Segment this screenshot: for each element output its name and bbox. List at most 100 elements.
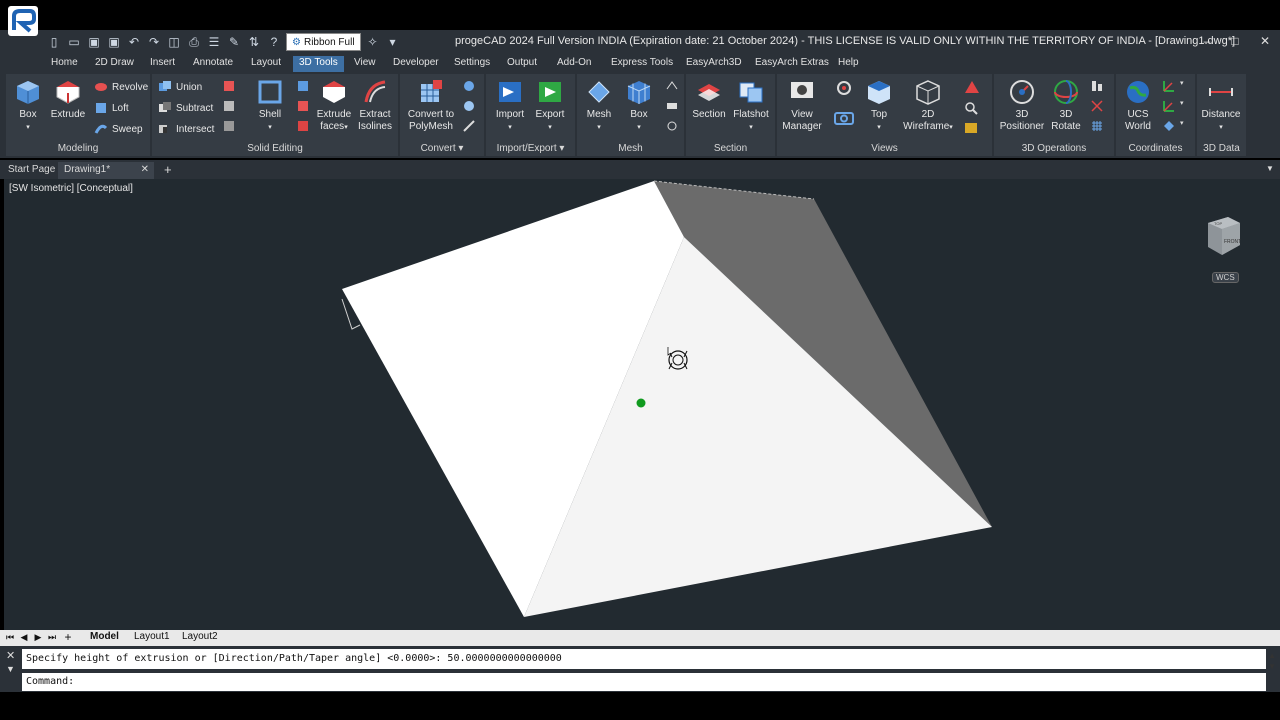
print-icon[interactable]: ⎙ — [186, 34, 202, 50]
chevron-down-icon[interactable]: ▾ — [1180, 79, 1184, 87]
tab-output[interactable]: Output — [501, 56, 543, 72]
visual-style-manager-icon[interactable] — [964, 101, 978, 115]
tab-settings[interactable]: Settings — [448, 56, 496, 72]
3d-align-icon[interactable] — [1090, 79, 1104, 93]
import-button[interactable]: Import ▾ — [488, 76, 532, 134]
union-button[interactable]: Union — [158, 78, 202, 96]
convert-smooth-icon[interactable] — [462, 119, 476, 133]
tab-list-dropdown-icon[interactable]: ▼ — [1266, 164, 1274, 173]
intersect-button[interactable]: Intersect — [158, 120, 214, 138]
tab-annotate[interactable]: Annotate — [187, 56, 239, 72]
last-layout-icon[interactable]: ⏭ — [46, 632, 58, 643]
minimize-button[interactable]: ‒ — [1199, 34, 1215, 48]
mesh-box-button[interactable]: Box ▾ — [617, 76, 661, 134]
extract-isolines-button[interactable]: Extract Isolines — [353, 76, 397, 133]
tab-layout[interactable]: Layout — [245, 56, 287, 72]
close-icon[interactable]: ✕ — [141, 162, 149, 177]
subtract-button[interactable]: Subtract — [158, 99, 213, 117]
flatshot-button[interactable]: Flatshot ▾ — [729, 76, 773, 134]
solid-edit-icon[interactable] — [222, 79, 236, 93]
export-button[interactable]: Export ▾ — [528, 76, 572, 134]
mesh-smooth-icon[interactable] — [665, 79, 679, 93]
distance-button[interactable]: Distance ▾ — [1198, 76, 1244, 134]
progecad-logo-icon[interactable] — [8, 6, 38, 36]
render-icon[interactable] — [964, 121, 978, 135]
scroll-up-icon[interactable]: ▲ — [1268, 651, 1276, 660]
face-offset-icon[interactable] — [296, 99, 310, 113]
mesh-crease-icon[interactable] — [665, 119, 679, 133]
panel-import-export-title[interactable]: Import/Export ▾ — [486, 143, 575, 154]
tab-express-tools[interactable]: Express Tools — [605, 56, 679, 72]
tab-view[interactable]: View — [348, 56, 382, 72]
tab-3d-tools[interactable]: 3D Tools — [293, 56, 344, 72]
section-button[interactable]: Section — [687, 76, 731, 121]
tab-drawing1[interactable]: Drawing1* ✕ — [58, 162, 154, 179]
tab-insert[interactable]: Insert — [144, 56, 181, 72]
transfer-icon[interactable]: ⇅ — [246, 34, 262, 50]
3d-array-icon[interactable] — [1090, 119, 1104, 133]
brush-icon[interactable]: ✎ — [226, 34, 242, 50]
shell-button[interactable]: Shell ▾ — [248, 76, 292, 134]
ucs-icon[interactable] — [1162, 79, 1176, 93]
plot-preview-icon[interactable]: ◫ — [166, 34, 182, 50]
add-layout-icon[interactable]: + — [62, 630, 74, 644]
open-icon[interactable]: ▭ — [66, 34, 82, 50]
close-icon[interactable]: ✕ — [6, 649, 15, 662]
face-color-icon[interactable] — [296, 119, 310, 133]
top-view-button[interactable]: Top ▾ — [857, 76, 901, 134]
chevron-down-icon[interactable]: ▾ — [1180, 99, 1184, 107]
solid-separate-icon[interactable] — [222, 119, 236, 133]
tab-easyarch3d[interactable]: EasyArch3D — [680, 56, 748, 72]
convert-surface-icon[interactable] — [462, 79, 476, 93]
tab-add-on[interactable]: Add-On — [551, 56, 597, 72]
tab-home[interactable]: Home — [45, 56, 84, 72]
wireframe-button[interactable]: 2D Wireframe▾ — [903, 76, 953, 134]
ribbon-style-dropdown[interactable]: ⚙ Ribbon Full — [286, 33, 361, 51]
workspace-icon[interactable]: ✧ — [365, 34, 381, 50]
panel-convert-title[interactable]: Convert ▾ — [400, 143, 484, 154]
solid-copy-icon[interactable] — [222, 99, 236, 113]
ucs-object-icon[interactable] — [1162, 119, 1176, 133]
close-button[interactable]: ✕ — [1257, 34, 1273, 48]
tab-help[interactable]: Help — [832, 56, 865, 72]
tab-start-page[interactable]: Start Page — [2, 162, 61, 179]
loft-button[interactable]: Loft — [94, 99, 129, 117]
drawing-viewport[interactable]: [SW Isometric] [Conceptual] TOP FRONT WC… — [4, 179, 1280, 630]
ucs-face-icon[interactable] — [1162, 99, 1176, 113]
mesh-button[interactable]: Mesh ▾ — [577, 76, 621, 134]
prev-layout-icon[interactable]: ◀ — [18, 632, 30, 643]
face-move-icon[interactable] — [296, 79, 310, 93]
redo-icon[interactable]: ↷ — [146, 34, 162, 50]
extrude-button[interactable]: Extrude — [46, 76, 90, 121]
properties-icon[interactable]: ☰ — [206, 34, 222, 50]
mesh-refine-icon[interactable] — [665, 99, 679, 113]
tab-layout1[interactable]: Layout1 — [134, 631, 170, 642]
maximize-button[interactable]: □ — [1227, 34, 1243, 48]
convert-to-polymesh-button[interactable]: Convert to PolyMesh — [404, 76, 458, 133]
customize-qat-icon[interactable]: ▾ — [385, 34, 401, 50]
visual-style-icon[interactable] — [963, 79, 981, 95]
3d-model-canvas[interactable] — [4, 179, 1280, 630]
tab-easyarch-extras[interactable]: EasyArch Extras — [749, 56, 835, 72]
new-tab-button[interactable]: + — [158, 162, 178, 179]
3d-rotate-button[interactable]: 3D Rotate — [1044, 76, 1088, 133]
save-icon[interactable]: ▣ — [86, 34, 102, 50]
viewcube-icon[interactable]: TOP FRONT — [1200, 213, 1244, 257]
3d-mirror-icon[interactable] — [1090, 99, 1104, 113]
tab-layout2[interactable]: Layout2 — [182, 631, 218, 642]
undo-icon[interactable]: ↶ — [126, 34, 142, 50]
command-options-icon[interactable]: ▼ — [6, 664, 15, 674]
save-as-icon[interactable]: ▣ — [106, 34, 122, 50]
next-layout-icon[interactable]: ▶ — [32, 632, 44, 643]
tab-model[interactable]: Model — [90, 631, 119, 642]
view-manager-button[interactable]: View Manager — [780, 76, 824, 133]
command-input[interactable]: Command: — [22, 673, 1266, 691]
extrude-faces-button[interactable]: Extrude faces▾ — [312, 76, 356, 134]
tab-developer[interactable]: Developer — [387, 56, 445, 72]
camera-icon[interactable] — [833, 108, 855, 126]
help-icon[interactable]: ? — [266, 34, 282, 50]
centroid-point[interactable] — [636, 398, 646, 408]
convert-solid-icon[interactable] — [462, 99, 476, 113]
named-views-icon[interactable] — [835, 79, 853, 97]
chevron-down-icon[interactable]: ▾ — [1180, 119, 1184, 127]
